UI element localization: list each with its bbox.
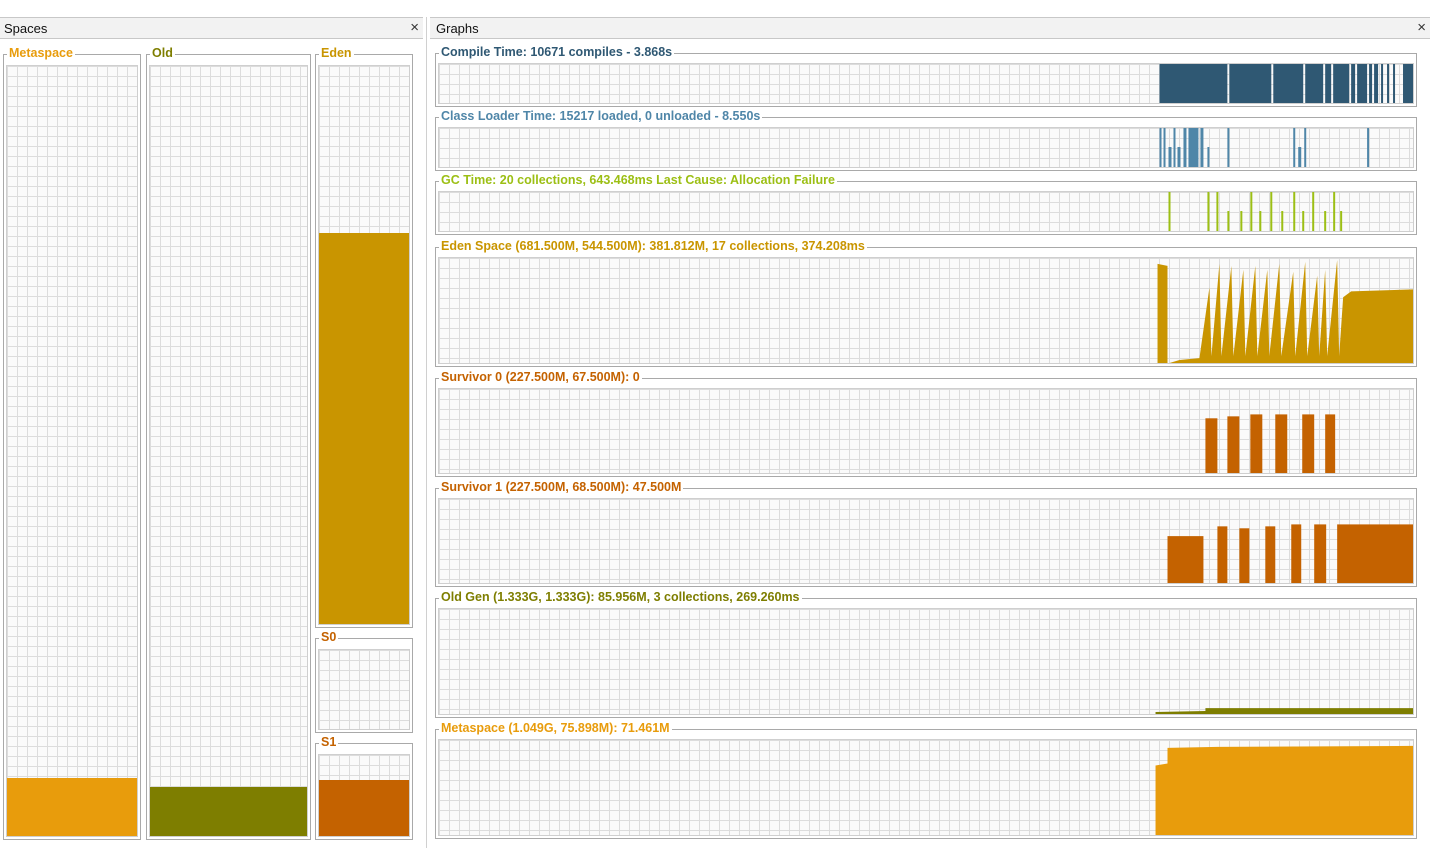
- graph-box-metaspace: Metaspace (1.049G, 75.898M): 71.461M: [435, 721, 1417, 839]
- graph-box-survivor-0: Survivor 0 (227.500M, 67.500M): 0: [435, 370, 1417, 477]
- compile-time-chart: [1159, 64, 1413, 103]
- graph-plot-survivor-1: [438, 498, 1414, 584]
- graph-label-compile-time: Compile Time: 10671 compiles - 3.868s: [439, 45, 675, 60]
- graphs-close-icon[interactable]: ×: [1417, 20, 1426, 36]
- survivor-0-chart: [1205, 414, 1336, 473]
- space-label-s0: S0: [319, 630, 339, 645]
- space-grid-s0: [318, 649, 410, 730]
- graph-plot-eden-space: [438, 257, 1414, 364]
- class-loader-chart: [1159, 128, 1370, 167]
- space-grid-eden: [318, 65, 410, 625]
- eden-space-chart: [1157, 259, 1413, 363]
- graph-box-compile-time: Compile Time: 10671 compiles - 3.868s: [435, 45, 1417, 107]
- space-box-s0: S0: [315, 630, 413, 733]
- graph-box-eden-space: Eden Space (681.500M, 544.500M): 381.812…: [435, 239, 1417, 367]
- space-box-metaspace: Metaspace: [3, 46, 141, 840]
- graph-label-eden-space: Eden Space (681.500M, 544.500M): 381.812…: [439, 239, 867, 254]
- survivor-1-chart: [1167, 524, 1413, 583]
- graph-label-class-loader: Class Loader Time: 15217 loaded, 0 unloa…: [439, 109, 763, 124]
- space-grid-s1: [318, 754, 410, 837]
- graph-label-metaspace: Metaspace (1.049G, 75.898M): 71.461M: [439, 721, 672, 736]
- spaces-panel-title: Spaces: [4, 21, 48, 36]
- space-fill-old: [150, 786, 307, 836]
- graph-plot-metaspace: [438, 739, 1414, 836]
- space-box-old: Old: [146, 46, 311, 840]
- graph-plot-gc-time: [438, 191, 1414, 232]
- graph-plot-class-loader: [438, 127, 1414, 168]
- space-fill-s1: [319, 780, 409, 836]
- spaces-panel-header: Spaces ×: [0, 17, 423, 39]
- graph-label-gc-time: GC Time: 20 collections, 643.468ms Last …: [439, 173, 837, 188]
- graph-label-survivor-0: Survivor 0 (227.500M, 67.500M): 0: [439, 370, 642, 385]
- spaces-close-icon[interactable]: ×: [410, 20, 419, 36]
- graph-box-gc-time: GC Time: 20 collections, 643.468ms Last …: [435, 173, 1417, 235]
- graph-plot-old-gen: [438, 608, 1414, 715]
- graphs-panel-title: Graphs: [436, 21, 479, 36]
- panel-divider[interactable]: [426, 17, 427, 848]
- graph-label-survivor-1: Survivor 1 (227.500M, 68.500M): 47.500M: [439, 480, 684, 495]
- graph-label-old-gen: Old Gen (1.333G, 1.333G): 85.956M, 3 col…: [439, 590, 802, 605]
- old-gen-chart: [1155, 708, 1413, 714]
- graph-plot-compile-time: [438, 63, 1414, 104]
- space-label-old: Old: [150, 46, 175, 61]
- graphs-panel-header: Graphs ×: [430, 17, 1430, 39]
- graph-box-old-gen: Old Gen (1.333G, 1.333G): 85.956M, 3 col…: [435, 590, 1417, 718]
- space-label-s1: S1: [319, 735, 339, 750]
- space-label-metaspace: Metaspace: [7, 46, 75, 61]
- space-fill-metaspace: [7, 778, 137, 836]
- space-fill-eden: [319, 233, 409, 624]
- space-grid-metaspace: [6, 65, 138, 837]
- graph-box-survivor-1: Survivor 1 (227.500M, 68.500M): 47.500M: [435, 480, 1417, 587]
- graph-box-class-loader: Class Loader Time: 15217 loaded, 0 unloa…: [435, 109, 1417, 171]
- gc-time-chart: [1168, 192, 1343, 231]
- graph-plot-survivor-0: [438, 388, 1414, 474]
- space-box-eden: Eden: [315, 46, 413, 628]
- metaspace-chart: [1155, 745, 1413, 835]
- space-grid-old: [149, 65, 308, 837]
- space-box-s1: S1: [315, 735, 413, 840]
- space-label-eden: Eden: [319, 46, 354, 61]
